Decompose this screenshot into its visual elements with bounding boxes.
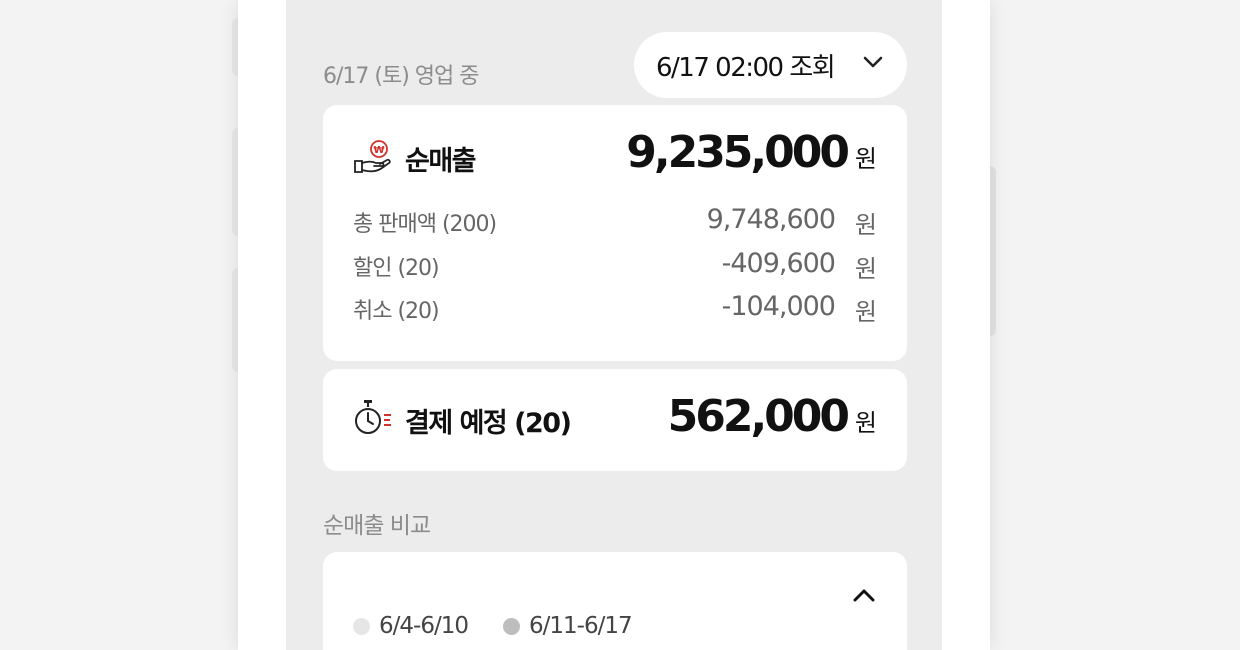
stopwatch-icon <box>355 400 391 434</box>
gross-sales-unit: 원 <box>854 211 877 239</box>
net-sales-card[interactable]: ₩ 순매출 9,235,000 원 총 판매액 (200) 9,748,600 … <box>323 105 907 361</box>
svg-text:₩: ₩ <box>373 145 384 156</box>
chevron-down-icon <box>863 56 883 68</box>
pending-payment-card[interactable]: 결제 예정 (20) 562,000 원 <box>323 369 907 471</box>
discount-amount: -409,600 <box>721 248 836 279</box>
chevron-up-icon[interactable] <box>853 588 875 602</box>
gross-sales-label: 총 판매액 (200) <box>353 212 497 237</box>
query-time-selector[interactable]: 6/17 02:00 조회 <box>634 32 907 98</box>
hand-coin-icon: ₩ <box>354 140 391 173</box>
pending-payment-title: 결제 예정 (20) <box>405 408 572 439</box>
legend-label-current-week: 6/11-6/17 <box>529 613 633 639</box>
pending-payment-amount: 562,000 <box>667 391 850 442</box>
net-sales-unit: 원 <box>854 145 877 173</box>
cancel-amount: -104,000 <box>721 291 836 322</box>
legend-dot-previous-week <box>353 618 370 635</box>
cancel-unit: 원 <box>854 298 877 326</box>
legend-label-previous-week: 6/4-6/10 <box>379 613 469 639</box>
gross-sales-amount: 9,748,600 <box>706 204 836 235</box>
discount-label: 할인 (20) <box>353 256 440 281</box>
discount-unit: 원 <box>854 255 877 283</box>
sales-dashboard-screen: 6/17 (토) 영업 중 6/17 02:00 조회 ₩ 순매출 9,235,… <box>286 0 942 650</box>
net-sales-amount: 9,235,000 <box>626 127 850 178</box>
business-status-text: 6/17 (토) 영업 중 <box>323 64 480 89</box>
sales-compare-title: 순매출 비교 <box>323 513 431 539</box>
query-time-label: 6/17 02:00 조회 <box>656 52 836 83</box>
sales-compare-card: 6/4-6/10 6/11-6/17 <box>323 552 907 650</box>
cancel-label: 취소 (20) <box>353 299 440 324</box>
legend-dot-current-week <box>503 618 520 635</box>
net-sales-title: 순매출 <box>405 146 477 177</box>
pending-payment-unit: 원 <box>854 409 877 437</box>
